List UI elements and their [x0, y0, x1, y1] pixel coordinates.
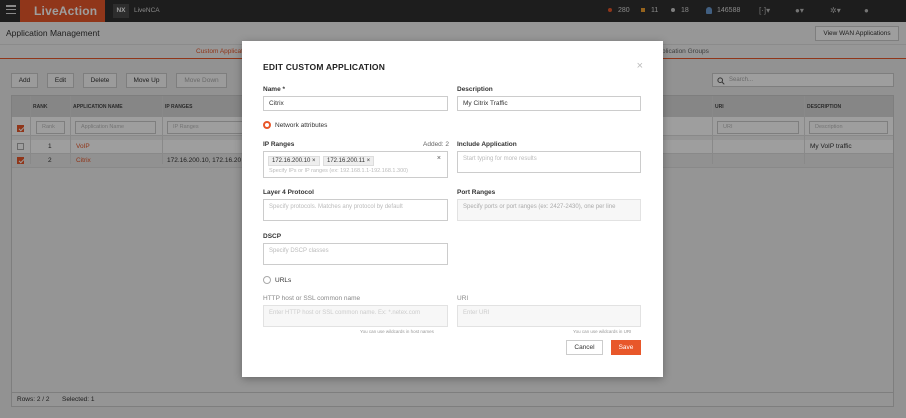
include-application-input[interactable]: Start typing for more results [457, 151, 641, 173]
uri-input[interactable]: Enter URI [457, 305, 641, 327]
urls-label: URLs [275, 277, 292, 284]
ip-ranges-label: IP Ranges [263, 141, 295, 148]
port-ranges-input[interactable]: Specify ports or port ranges (ex: 2427-2… [457, 199, 641, 221]
port-ranges-label: Port Ranges [457, 189, 496, 196]
include-application-label: Include Application [457, 141, 517, 148]
network-attributes-label: Network attributes [275, 122, 328, 129]
edit-application-dialog: EDIT CUSTOM APPLICATION × Name * Citrix … [242, 41, 663, 377]
ip-ranges-added-count: Added: 2 [423, 141, 450, 148]
uri-label: URI [457, 295, 469, 302]
urls-radio[interactable] [263, 276, 271, 284]
name-label: Name * [263, 86, 286, 93]
http-host-label: HTTP host or SSL common name [263, 295, 361, 302]
network-attributes-radio[interactable] [263, 121, 271, 129]
dscp-input[interactable]: Specify DSCP classes [263, 243, 448, 265]
layer4-protocol-label: Layer 4 Protocol [263, 189, 314, 196]
name-input[interactable]: Citrix [263, 96, 448, 111]
http-host-hint: You can use wildcards in host names [360, 329, 434, 334]
close-icon[interactable]: × [637, 60, 643, 72]
description-label: Description [457, 86, 493, 93]
uri-hint: You can use wildcards in URI [573, 329, 632, 334]
ip-tag[interactable]: 172.16.200.10 × [268, 156, 320, 166]
ip-ranges-placeholder: Specify IPs or IP ranges (ex: 192.168.1.… [269, 168, 409, 174]
cancel-button[interactable]: Cancel [566, 340, 603, 355]
dialog-title: EDIT CUSTOM APPLICATION [263, 62, 386, 72]
clear-icon[interactable]: × [437, 155, 441, 162]
http-host-input[interactable]: Enter HTTP host or SSL common name. Ex: … [263, 305, 448, 327]
description-input[interactable]: My Citrix Traffic [457, 96, 641, 111]
save-button[interactable]: Save [611, 340, 641, 355]
layer4-protocol-input[interactable]: Specify protocols. Matches any protocol … [263, 199, 448, 221]
ip-ranges-input[interactable]: 172.16.200.10 × 172.16.200.11 × × Specif… [263, 151, 448, 178]
ip-tag[interactable]: 172.16.200.11 × [323, 156, 375, 166]
dscp-label: DSCP [263, 233, 282, 240]
